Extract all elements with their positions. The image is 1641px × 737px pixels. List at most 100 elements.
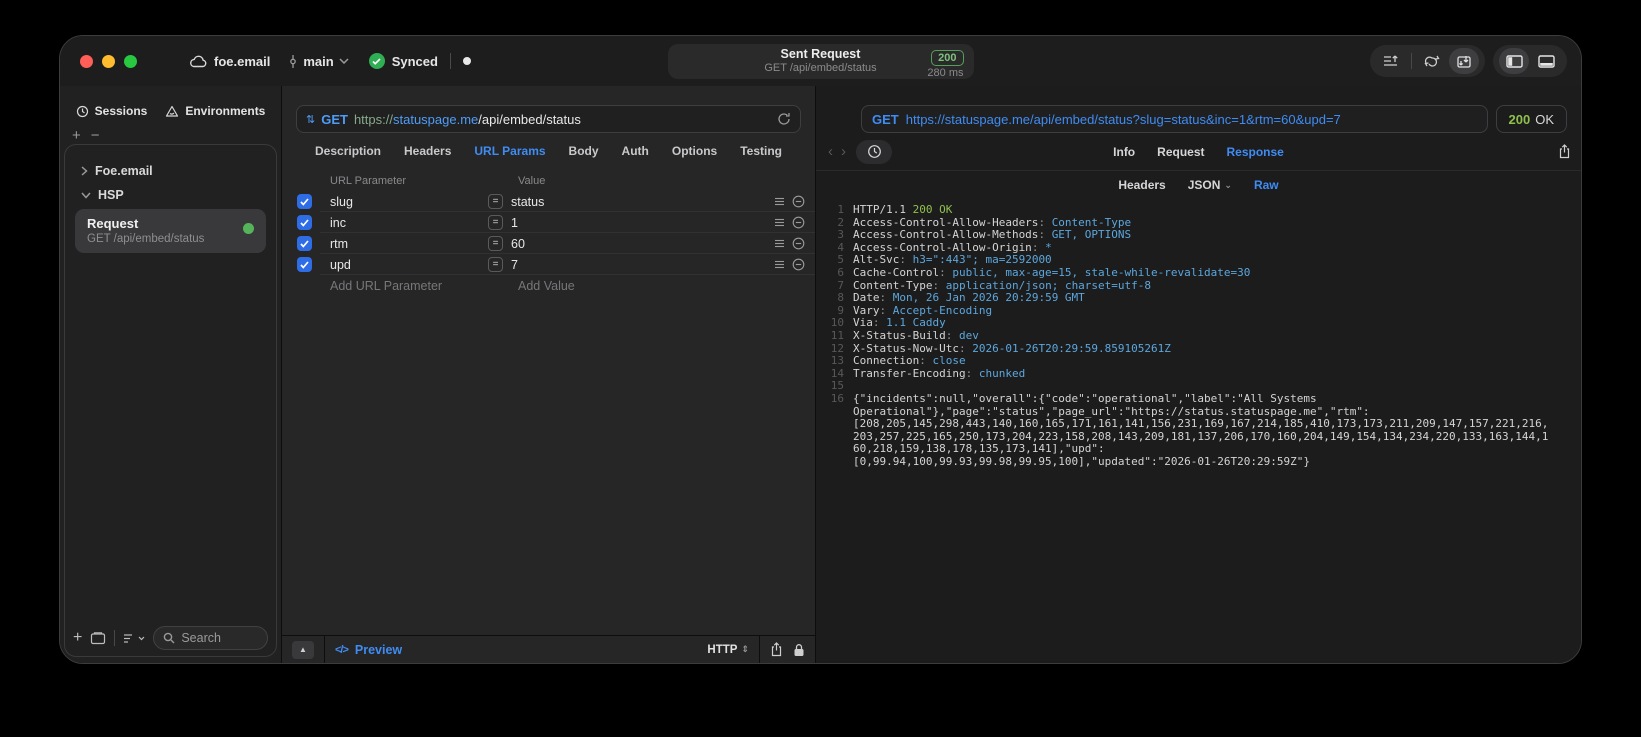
sidebar-toolbar-divider	[114, 630, 116, 646]
sent-request-title: Sent Request	[780, 46, 861, 61]
tab-environments[interactable]: Environments	[165, 104, 265, 118]
protocol-selector[interactable]: HTTP ⇕	[707, 644, 749, 656]
request-editor-tab[interactable]: Options	[672, 144, 717, 158]
remove-param-icon[interactable]	[792, 195, 805, 208]
response-status-code: 200	[1508, 111, 1531, 127]
tree-group-foe-email[interactable]: Foe.email	[73, 159, 268, 183]
param-value-field[interactable]: 1	[511, 216, 774, 230]
request-editor-tab[interactable]: Testing	[740, 144, 782, 158]
compare-sync-button[interactable]	[1417, 48, 1447, 74]
add-value-button[interactable]: Add Value	[518, 279, 575, 293]
code-line: 14 Transfer-Encoding: chunked	[830, 366, 1026, 380]
toggle-sidebar-button[interactable]	[1499, 48, 1529, 74]
tree-group-hsp[interactable]: HSP	[73, 183, 268, 207]
add-request-button[interactable]: +	[73, 629, 82, 647]
column-header-name: URL Parameter	[330, 175, 407, 187]
request-url-bar[interactable]: ⇅ GET https://statuspage.me/api/embed/st…	[296, 105, 801, 133]
sidebar-bottom-toolbar: + Search	[65, 620, 276, 656]
minimize-window-button[interactable]	[102, 54, 115, 68]
branch-icon	[288, 54, 298, 69]
zoom-window-button[interactable]	[124, 54, 137, 68]
request-duration: 280 ms	[927, 67, 964, 79]
code-line: 6 Cache-Control: public, max-age=15, stal…	[837, 265, 1251, 279]
method-selector-arrows-icon[interactable]: ⇅	[306, 113, 315, 126]
close-window-button[interactable]	[80, 54, 93, 68]
response-tab[interactable]: Response	[1226, 145, 1283, 159]
request-editor-tab[interactable]: Auth	[622, 144, 649, 158]
resend-request-icon[interactable]	[777, 112, 791, 126]
request-status-pill[interactable]: Sent Request GET /api/embed/status 200 2…	[667, 44, 974, 79]
remove-session-button[interactable]: −	[91, 127, 100, 144]
param-options-lines-icon[interactable]	[774, 218, 785, 228]
param-name-field[interactable]: rtm	[330, 237, 488, 251]
share-response-icon[interactable]	[1558, 144, 1571, 159]
new-group-folder-icon[interactable]	[90, 631, 106, 645]
project-switcher[interactable]: foe.email	[189, 54, 270, 69]
remove-param-icon[interactable]	[792, 216, 805, 229]
add-session-button[interactable]: +	[72, 127, 81, 144]
request-status-dot	[243, 223, 254, 234]
lock-icon[interactable]	[793, 643, 805, 657]
preview-button[interactable]: </> Preview	[335, 643, 402, 657]
request-editor-tab[interactable]: URL Params	[474, 144, 545, 158]
search-input[interactable]: Search	[153, 626, 268, 650]
param-value-field[interactable]: status	[511, 195, 774, 209]
history-back-icon[interactable]: ‹	[828, 143, 833, 160]
request-editor-tab[interactable]: Description	[315, 144, 381, 158]
param-enabled-checkbox[interactable]	[297, 194, 312, 209]
equals-operator-icon[interactable]: =	[488, 257, 503, 272]
sort-filter-icon[interactable]	[123, 633, 145, 644]
equals-operator-icon[interactable]: =	[488, 236, 503, 251]
response-subtab[interactable]: Raw	[1254, 178, 1279, 192]
collapse-panel-button[interactable]: ▲	[292, 640, 314, 659]
import-request-button[interactable]	[1449, 48, 1479, 74]
param-row[interactable]: upd = 7	[282, 254, 815, 275]
param-value-field[interactable]: 60	[511, 237, 774, 251]
param-name-field[interactable]: inc	[330, 216, 488, 230]
param-enabled-checkbox[interactable]	[297, 236, 312, 251]
request-url-input[interactable]: https://statuspage.me/api/embed/status	[354, 112, 771, 127]
param-options-lines-icon[interactable]	[774, 197, 785, 207]
param-row[interactable]: slug = status	[282, 191, 815, 212]
sync-status[interactable]: Synced	[368, 53, 438, 69]
chevron-down-icon	[339, 58, 349, 64]
param-options-lines-icon[interactable]	[774, 239, 785, 249]
param-value-field[interactable]: 7	[511, 258, 774, 272]
titlebar: foe.email main Synced Sent Request GET /…	[60, 36, 1581, 86]
param-name-field[interactable]: upd	[330, 258, 488, 272]
param-enabled-checkbox[interactable]	[297, 215, 312, 230]
response-subtab[interactable]: Headers	[1118, 178, 1165, 192]
remove-param-icon[interactable]	[792, 237, 805, 250]
history-forward-icon[interactable]: ›	[841, 143, 846, 160]
request-method[interactable]: GET	[321, 112, 348, 127]
param-name-field[interactable]: slug	[330, 195, 488, 209]
toggle-bottom-panel-button[interactable]	[1531, 48, 1561, 74]
response-tab[interactable]: Info	[1113, 145, 1135, 159]
response-tab[interactable]: Request	[1157, 145, 1204, 159]
tab-sessions[interactable]: Sessions	[76, 104, 147, 118]
status-code-badge: 200	[931, 50, 964, 66]
history-button[interactable]	[856, 139, 892, 164]
request-editor-tab[interactable]: Headers	[404, 144, 451, 158]
response-tabs: Info Request Response	[1113, 145, 1284, 159]
param-enabled-checkbox[interactable]	[297, 257, 312, 272]
equals-operator-icon[interactable]: =	[488, 215, 503, 230]
param-row[interactable]: inc = 1	[282, 212, 815, 233]
raw-response-body[interactable]: 1 HTTP/1.1 200 OK 2 Access-Control-Allow-He…	[816, 199, 1581, 663]
remove-param-icon[interactable]	[792, 258, 805, 271]
branch-switcher[interactable]: main	[288, 54, 349, 69]
request-editor-tab[interactable]: Body	[569, 144, 599, 158]
sort-requests-button[interactable]	[1376, 48, 1406, 74]
code-line: 11 X-Status-Build: dev	[830, 328, 979, 342]
param-row[interactable]: rtm = 60	[282, 233, 815, 254]
param-options-lines-icon[interactable]	[774, 260, 785, 270]
share-export-icon[interactable]	[770, 642, 783, 657]
add-url-parameter-button[interactable]: Add URL Parameter	[330, 279, 496, 293]
url-params-table: URL Parameter Value slug = status inc = …	[282, 169, 815, 635]
sent-request-url-box[interactable]: GET https://statuspage.me/api/embed/stat…	[861, 105, 1488, 133]
request-editor-tabs: Description Headers URL Params Body Auth Opti…	[282, 133, 815, 169]
equals-operator-icon[interactable]: =	[488, 194, 503, 209]
response-subtab[interactable]: JSON ⌄	[1188, 178, 1232, 192]
code-line: [208,205,145,298,443,140,160,165,171,161…	[853, 417, 1549, 431]
request-item-selected[interactable]: Request GET /api/embed/status	[75, 209, 266, 253]
